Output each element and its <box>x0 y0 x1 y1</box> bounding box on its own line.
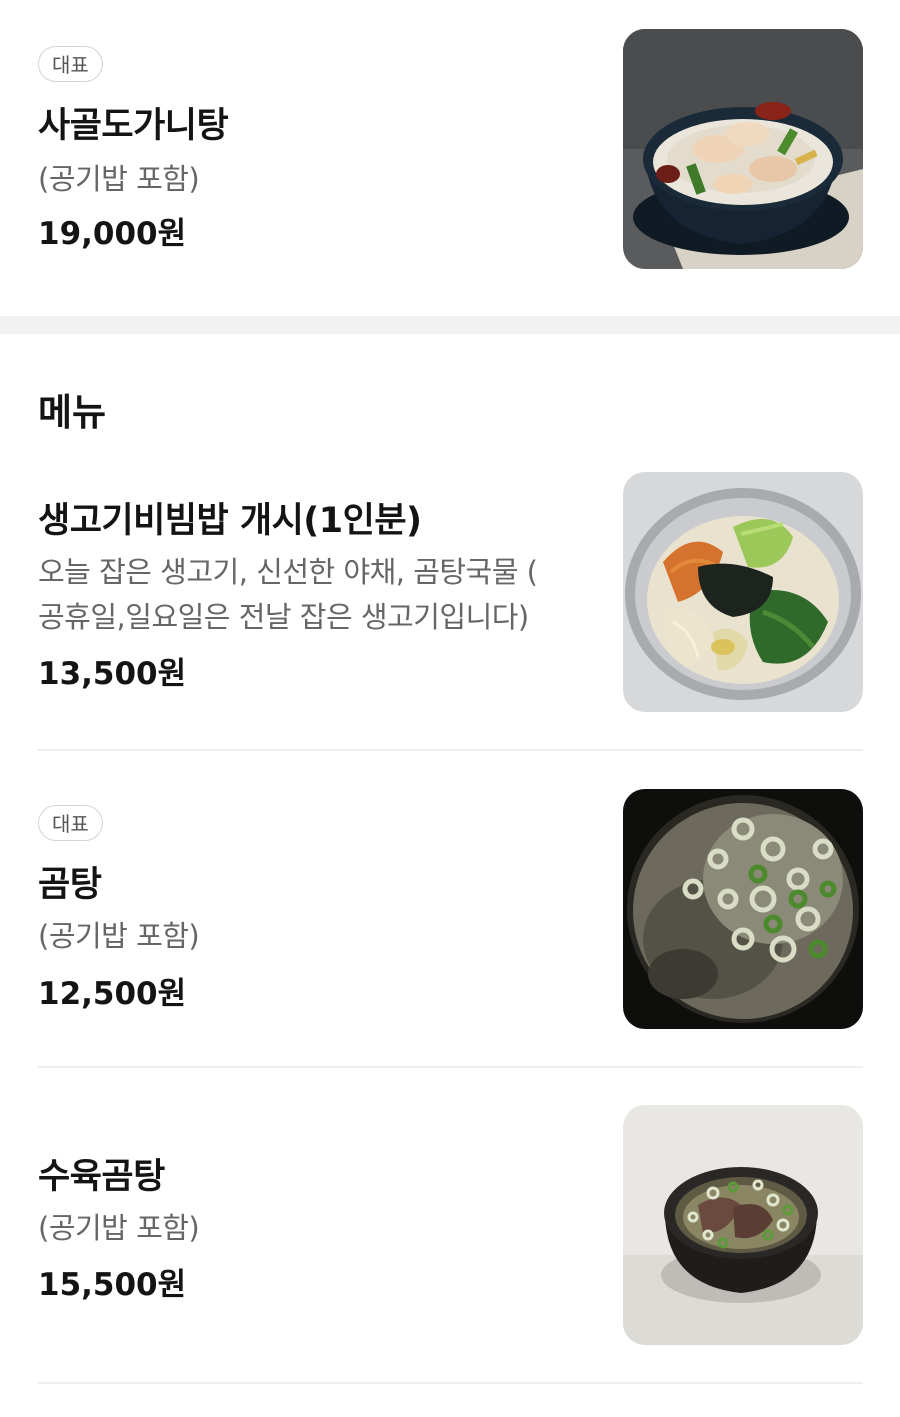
menu-item-price: 12,500원 <box>38 976 187 1012</box>
section-separator <box>0 316 900 334</box>
menu-item-name: 생고기비빔밥 개시(1인분) <box>38 501 422 541</box>
item-divider <box>38 749 863 751</box>
menu-section-title: 메뉴 <box>38 391 107 434</box>
item-divider <box>38 1382 863 1384</box>
menu-item-name: 수육곰탕 <box>38 1157 165 1197</box>
food-photo-bibimbap[interactable] <box>623 472 863 712</box>
item-divider <box>38 1066 863 1068</box>
featured-menu-item[interactable]: 대표 사골도가니탕 (공기밥 포함) 19,000원 <box>0 0 900 316</box>
menu-item-gomtang[interactable]: 대표 곰탕 (공기밥 포함) 12,500원 <box>0 766 900 1066</box>
menu-item-name: 곰탕 <box>38 865 102 905</box>
food-photo-suyuk-gomtang[interactable] <box>623 1105 863 1345</box>
food-photo-gomtang[interactable] <box>623 789 863 1029</box>
menu-item-description: (공기밥 포함) <box>38 162 200 196</box>
representative-badge: 대표 <box>38 805 103 841</box>
menu-item-description: 오늘 잡은 생고기, 신선한 야채, 곰탕국물 ( 공휴일,일요일은 전날 잡은… <box>38 550 598 640</box>
featured-section: 대표 사골도가니탕 (공기밥 포함) 19,000원 <box>0 0 900 316</box>
menu-item-description-line: 오늘 잡은 생고기, 신선한 야채, 곰탕국물 ( <box>38 555 538 589</box>
representative-badge: 대표 <box>38 46 103 82</box>
menu-item-suyuk-gomtang[interactable]: 수육곰탕 (공기밥 포함) 15,500원 <box>0 1083 900 1383</box>
menu-item-name: 사골도가니탕 <box>38 106 229 146</box>
menu-item-bibimbap[interactable]: 생고기비빔밥 개시(1인분) 오늘 잡은 생고기, 신선한 야채, 곰탕국물 (… <box>0 448 900 748</box>
menu-item-price: 13,500원 <box>38 656 187 692</box>
menu-item-description: (공기밥 포함) <box>38 1211 200 1245</box>
food-photo-dogani-tang[interactable] <box>623 29 863 269</box>
menu-item-price: 19,000원 <box>38 216 187 252</box>
menu-item-price: 15,500원 <box>38 1267 187 1303</box>
menu-item-description-line: 공휴일,일요일은 전날 잡은 생고기입니다) <box>38 600 529 634</box>
menu-item-description: (공기밥 포함) <box>38 919 200 953</box>
